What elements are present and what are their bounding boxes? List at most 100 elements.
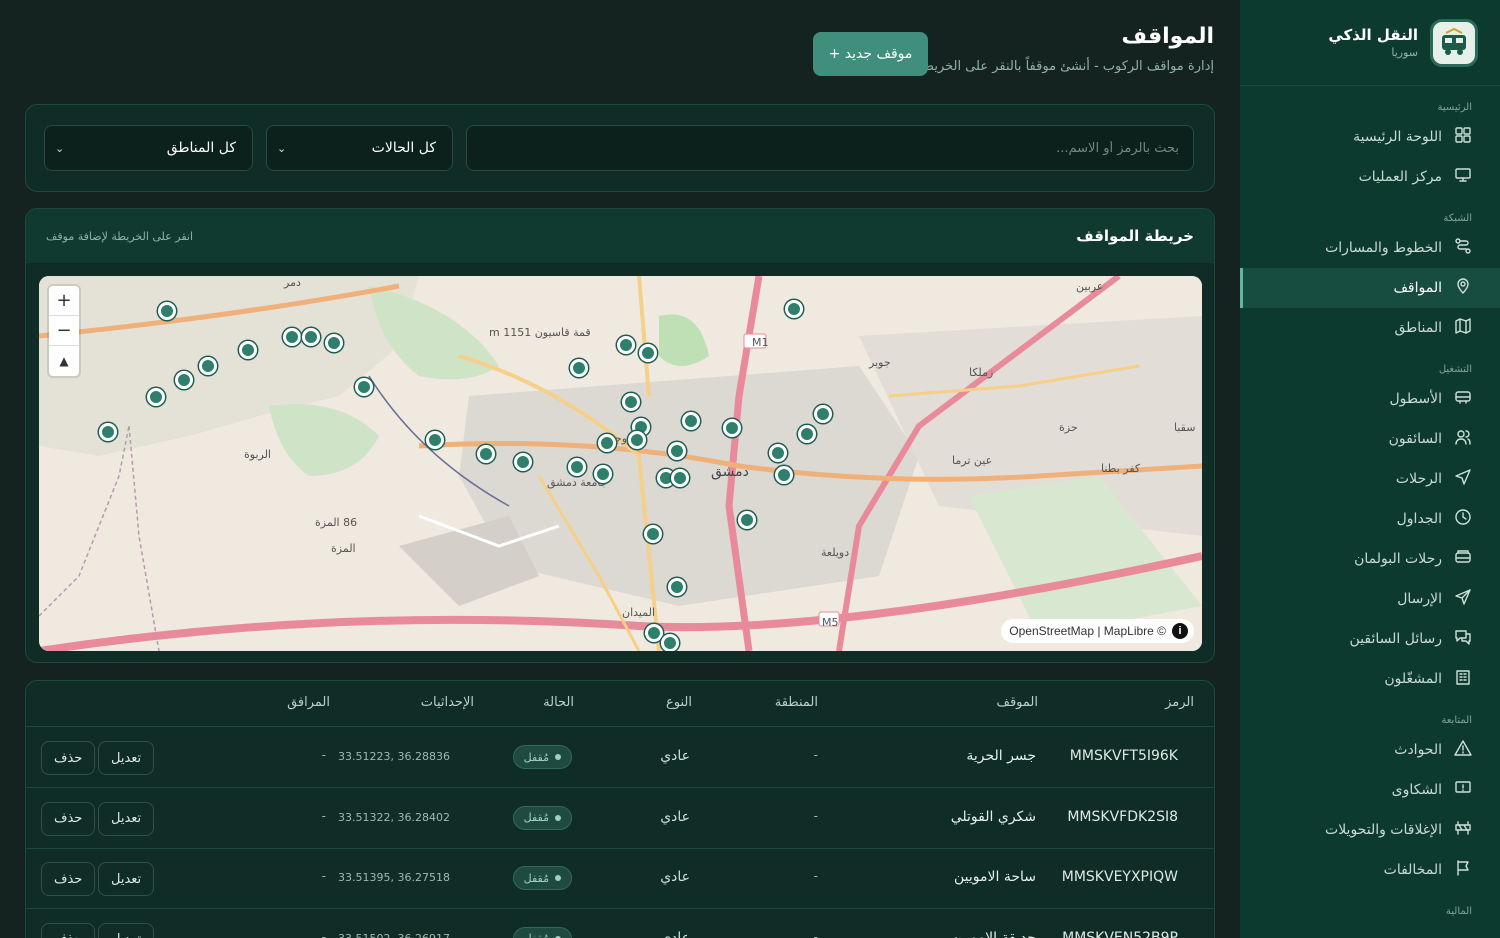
edit-button[interactable]: تعديل (98, 862, 155, 896)
sidebar-item[interactable]: مركز العمليات (1240, 157, 1500, 197)
info-icon[interactable]: i (1172, 623, 1188, 639)
stop-code: MMSKVFT5I96K (1069, 748, 1178, 764)
chevron-down-icon: ⌄ (277, 141, 287, 155)
status-text: مُقفل (524, 932, 549, 938)
route-icon (1454, 237, 1472, 259)
zone-filter-select[interactable]: ⌄ كل المناطق (44, 125, 253, 171)
sidebar-item-label: السائقون (1388, 431, 1442, 447)
stop-marker[interactable] (426, 431, 444, 449)
stop-marker[interactable] (738, 511, 756, 529)
stop-marker[interactable] (514, 453, 532, 471)
stop-marker[interactable] (568, 458, 586, 476)
sidebar-item[interactable]: الإرسال (1240, 579, 1500, 619)
sidebar-item[interactable]: رسائل السائقين (1240, 619, 1500, 659)
stop-marker[interactable] (661, 634, 679, 651)
sidebar-item[interactable]: الشكاوى (1240, 770, 1500, 810)
sidebar-item-label: الإغلاقات والتحويلات (1325, 822, 1442, 838)
stop-marker[interactable] (628, 431, 646, 449)
stop-marker[interactable] (785, 300, 803, 318)
stop-marker[interactable] (594, 465, 612, 483)
stop-name: جسر الحرية (966, 748, 1036, 764)
stop-marker[interactable] (671, 469, 689, 487)
edit-button[interactable]: تعديل (98, 801, 155, 836)
sidebar-item-label: الحوادث (1394, 742, 1442, 758)
stop-marker[interactable] (477, 445, 495, 463)
brand-country: سوريا (1391, 46, 1418, 59)
status-filter-select[interactable]: ⌄ كل الحالات (266, 125, 453, 171)
sidebar-item[interactable]: المناطق (1240, 308, 1500, 348)
page-subtitle: إدارة مواقف الركوب - أنشئ موقفاً بالنقر … (916, 59, 1214, 74)
sidebar-item[interactable]: الجداول (1240, 499, 1500, 539)
edit-button[interactable]: تعديل (98, 922, 155, 938)
compass-reset-button[interactable]: ▲ (49, 346, 79, 376)
stop-marker[interactable] (769, 444, 787, 462)
delete-button[interactable]: حذف (41, 801, 96, 836)
sidebar-item-label: المناطق (1394, 320, 1442, 336)
stop-marker[interactable] (668, 578, 686, 596)
search-input[interactable] (466, 125, 1194, 171)
stop-marker[interactable] (639, 344, 657, 362)
sidebar-item[interactable]: الأسطول (1240, 379, 1500, 419)
stop-marker[interactable] (283, 328, 301, 346)
attribution-text[interactable]: OpenStreetMap | MapLibre © (1009, 624, 1166, 638)
stop-marker[interactable] (775, 466, 793, 484)
stop-marker[interactable] (622, 393, 640, 411)
stop-marker[interactable] (645, 624, 663, 642)
sidebar-item[interactable]: الإغلاقات والتحويلات (1240, 810, 1500, 850)
stop-type: عادي (660, 808, 690, 825)
sidebar-item-label: المواقف (1393, 280, 1442, 296)
stop-marker[interactable] (239, 341, 257, 359)
nav-section-title: المالية (1445, 906, 1472, 917)
stop-type: عادي (660, 748, 690, 764)
stop-marker[interactable] (302, 328, 320, 346)
sidebar-item[interactable]: المخالفات (1240, 850, 1500, 890)
sidebar-item[interactable]: السائقون (1240, 419, 1500, 459)
sidebar-item[interactable]: المشغّلون (1240, 659, 1500, 699)
table-row: MMSKVEN52B9P حديقة الامويين - عادي 33.51502,… (26, 910, 1214, 938)
stop-marker[interactable] (668, 442, 686, 460)
sidebar-item-label: رحلات البولمان (1354, 551, 1442, 567)
delete-button[interactable]: حذف (41, 922, 96, 938)
stop-coordinates: 33.51502, 36.26917 (338, 931, 450, 938)
stop-marker[interactable] (199, 357, 217, 375)
sidebar-item[interactable]: رحلات البولمان (1240, 539, 1500, 579)
stop-marker[interactable] (798, 425, 816, 443)
stop-name: ساحة الامويين (954, 869, 1036, 885)
column-header-facilities: المرافق (287, 695, 330, 710)
sidebar-item[interactable]: الخطوط والمسارات (1240, 228, 1500, 268)
new-stop-button[interactable]: + موقف جديد (813, 32, 928, 76)
stop-marker[interactable] (147, 388, 165, 406)
map-canvas[interactable]: + − ▲ OpenStreetMap | MapLibre © i دمشق ا… (39, 276, 1202, 651)
zoom-out-button[interactable]: − (49, 316, 79, 346)
edit-button[interactable]: تعديل (98, 741, 155, 775)
stop-marker[interactable] (682, 412, 700, 430)
status-badge: مُقفل (512, 745, 572, 769)
stop-marker[interactable] (355, 378, 373, 396)
sidebar-item[interactable]: الحوادث (1240, 730, 1500, 770)
stop-marker[interactable] (99, 423, 117, 441)
sidebar: النقل الذكي سوريا الرئيسية اللوحة الرئيسي… (1240, 0, 1500, 938)
nav-section-title: الشبكة (1443, 213, 1472, 224)
stop-marker[interactable] (598, 434, 616, 452)
status-dot-icon (555, 814, 561, 821)
stop-marker[interactable] (644, 525, 662, 543)
column-header-zone: المنطقة (774, 695, 818, 710)
stop-marker[interactable] (723, 419, 741, 437)
sidebar-item[interactable]: المواقف (1240, 268, 1500, 308)
stop-marker[interactable] (814, 405, 832, 423)
chevron-down-icon: ⌄ (55, 141, 65, 155)
stop-marker[interactable] (325, 334, 343, 352)
sidebar-item[interactable]: الرحلات (1240, 459, 1500, 499)
sidebar-item-label: رسائل السائقين (1349, 631, 1442, 647)
page-header: المواقف إدارة مواقف الركوب - أنشئ موقفاً… (917, 24, 1214, 74)
delete-button[interactable]: حذف (41, 741, 96, 775)
map-attribution: OpenStreetMap | MapLibre © i (1001, 619, 1194, 643)
sidebar-item[interactable]: اللوحة الرئيسية (1240, 117, 1500, 157)
zoom-in-button[interactable]: + (49, 286, 79, 316)
delete-button[interactable]: حذف (41, 862, 96, 896)
stop-marker[interactable] (175, 371, 193, 389)
stop-marker[interactable] (570, 359, 588, 377)
map-pin-icon (1454, 277, 1472, 299)
stop-marker[interactable] (617, 336, 635, 354)
stop-marker[interactable] (158, 302, 176, 320)
